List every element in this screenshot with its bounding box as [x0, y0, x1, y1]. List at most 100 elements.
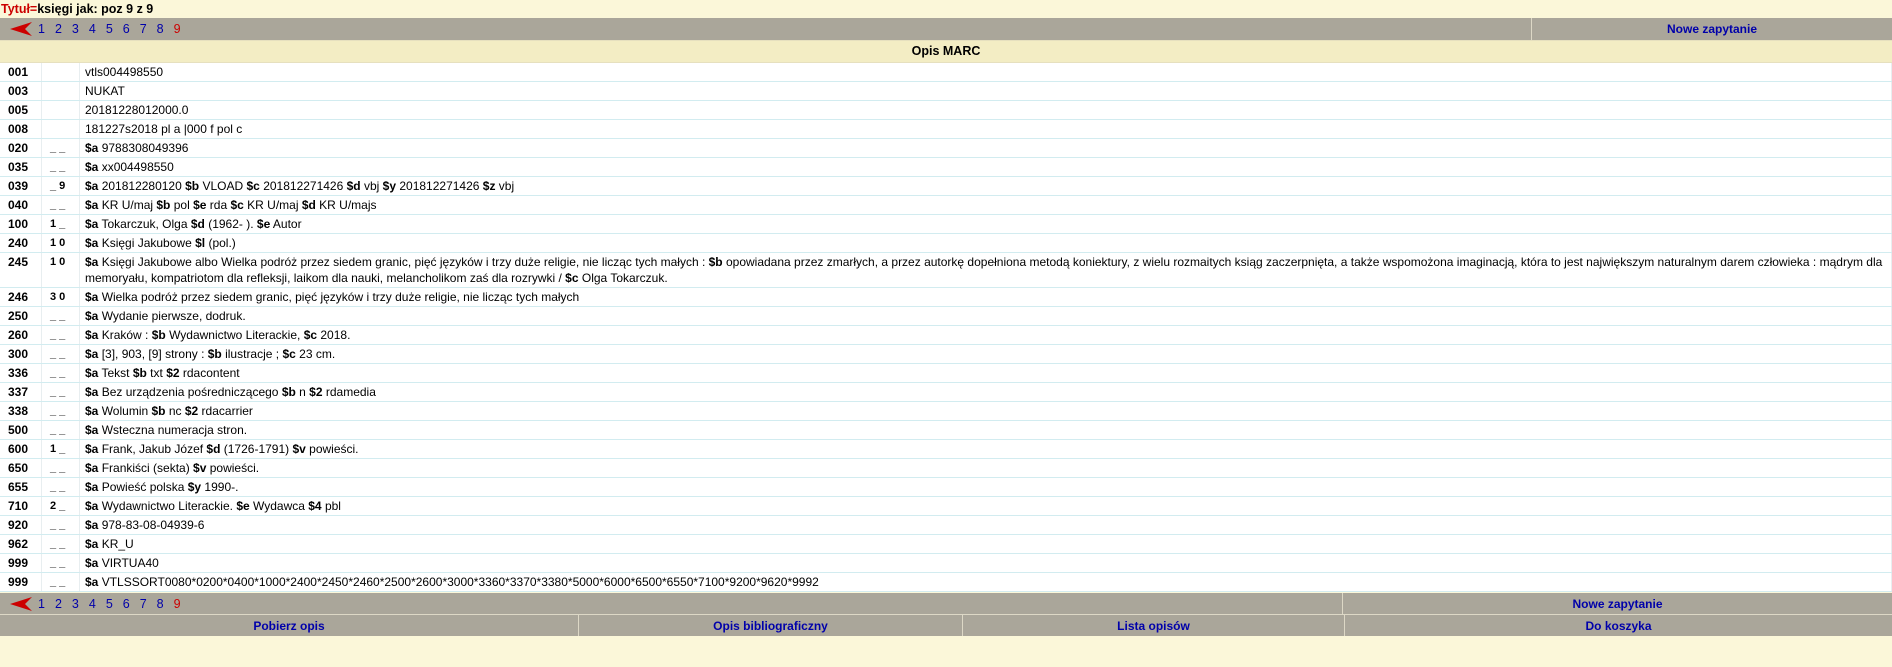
marc-indicators [41, 119, 80, 139]
get-record-button[interactable]: Pobierz opis [0, 615, 578, 636]
page-link-5[interactable]: 5 [106, 22, 113, 36]
marc-row: 240 1 0 $a Księgi Jakubowe $l (pol.) [0, 233, 1892, 253]
page-link-7[interactable]: 7 [140, 22, 147, 36]
marc-value: $a Tekst $b txt $2 rdacontent [79, 363, 1892, 383]
marc-value-text: $a VTLSSORT0080*0200*0400*1000*2400*2450… [85, 575, 819, 589]
marc-indicators: _ _ [41, 363, 80, 383]
marc-row: 040 _ _ $a KR U/maj $b pol $e rda $c KR U/… [0, 195, 1892, 215]
page-link-3[interactable]: 3 [72, 597, 79, 611]
marc-value-text: $a Wydanie pierwsze, dodruk. [85, 309, 246, 323]
search-header: Tytuł=księgi jak: poz 9 z 9 [0, 0, 1892, 18]
page-link-2[interactable]: 2 [55, 22, 62, 36]
marc-value-text: $a Wydawnictwo Literackie. $e Wydawca $4… [85, 499, 341, 513]
marc-value: $a KR U/maj $b pol $e rda $c KR U/maj $d… [79, 195, 1892, 215]
marc-value-text: $a Wolumin $b nc $2 rdacarrier [85, 404, 253, 418]
marc-row: 005 20181228012000.0 [0, 100, 1892, 120]
page-link-9: 9 [173, 596, 181, 611]
marc-value: $a Księgi Jakubowe $l (pol.) [79, 233, 1892, 253]
marc-tag: 710 [0, 496, 42, 516]
marc-tag: 655 [0, 477, 42, 497]
marc-indicators [41, 63, 80, 82]
page-link-4[interactable]: 4 [89, 22, 96, 36]
page-link-5[interactable]: 5 [106, 597, 113, 611]
marc-row: 008 181227s2018 pl a |000 f pol c [0, 119, 1892, 139]
marc-tag: 337 [0, 382, 42, 402]
marc-value-text: 181227s2018 pl a |000 f pol c [85, 122, 243, 136]
marc-tag: 500 [0, 420, 42, 440]
marc-indicators: _ _ [41, 534, 80, 554]
marc-value-text: $a 201812280120 $b VLOAD $c 201812271426… [85, 179, 515, 193]
marc-tag: 008 [0, 119, 42, 139]
marc-row: 710 2 _ $a Wydawnictwo Literackie. $e Wyda… [0, 496, 1892, 516]
marc-indicators [41, 81, 80, 101]
page-link-8[interactable]: 8 [157, 22, 164, 36]
marc-indicators: _ 9 [41, 176, 80, 196]
record-list-button[interactable]: Lista opisów [962, 615, 1344, 636]
marc-indicators [41, 100, 80, 120]
marc-indicators: _ _ [41, 344, 80, 364]
bottom-pager: 123456789 [0, 593, 1342, 614]
marc-value: $a Wielka podróż przez siedem granic, pi… [79, 287, 1892, 307]
marc-tag: 035 [0, 157, 42, 177]
marc-row: 962 _ _ $a KR_U [0, 534, 1892, 554]
marc-value-text: $a KR_U [85, 537, 134, 551]
back-arrow-icon[interactable] [10, 596, 32, 611]
marc-row: 337 _ _ $a Bez urządzenia pośredniczącego … [0, 382, 1892, 402]
marc-value-text: $a Wsteczna numeracja stron. [85, 423, 248, 437]
action-bar: Pobierz opis Opis bibliograficzny Lista … [0, 614, 1892, 636]
page-link-4[interactable]: 4 [89, 597, 96, 611]
marc-tag: 962 [0, 534, 42, 554]
marc-tag: 240 [0, 233, 42, 253]
marc-row: 999 _ _ $a VTLSSORT0080*0200*0400*1000*240… [0, 572, 1892, 592]
marc-row: 600 1 _ $a Frank, Jakub Józef $d (1726-179… [0, 439, 1892, 459]
marc-value: $a 978-83-08-04939-6 [79, 515, 1892, 535]
marc-indicators: _ _ [41, 382, 80, 402]
marc-row: 655 _ _ $a Powieść polska $y 1990-. [0, 477, 1892, 497]
marc-indicators: _ _ [41, 420, 80, 440]
marc-row: 020 _ _ $a 9788308049396 [0, 138, 1892, 158]
marc-row: 250 _ _ $a Wydanie pierwsze, dodruk. [0, 306, 1892, 326]
marc-value-text: vtls004498550 [85, 65, 164, 79]
page-link-6[interactable]: 6 [123, 597, 130, 611]
new-query-button[interactable]: Nowe zapytanie [1531, 18, 1892, 40]
marc-value: $a Księgi Jakubowe albo Wielka podróż pr… [79, 252, 1892, 288]
marc-tag: 260 [0, 325, 42, 345]
marc-row: 039 _ 9 $a 201812280120 $b VLOAD $c 201812… [0, 176, 1892, 196]
back-arrow-icon[interactable] [10, 22, 32, 36]
marc-indicators: _ _ [41, 157, 80, 177]
add-to-cart-button[interactable]: Do koszyka [1344, 615, 1892, 636]
marc-value: $a Wolumin $b nc $2 rdacarrier [79, 401, 1892, 421]
marc-row: 338 _ _ $a Wolumin $b nc $2 rdacarrier [0, 401, 1892, 421]
page-link-2[interactable]: 2 [55, 597, 62, 611]
marc-tag: 300 [0, 344, 42, 364]
marc-indicators: 1 0 [41, 233, 80, 253]
marc-indicators: _ _ [41, 477, 80, 497]
marc-tag: 999 [0, 572, 42, 592]
page-link-6[interactable]: 6 [123, 22, 130, 36]
page-link-1[interactable]: 1 [38, 22, 45, 36]
page-link-1[interactable]: 1 [38, 597, 45, 611]
marc-value-text: $a Tekst $b txt $2 rdacontent [85, 366, 240, 380]
bibliographic-record-button[interactable]: Opis bibliograficzny [578, 615, 962, 636]
marc-value-text: $a Kraków : $b Wydawnictwo Literackie, $… [85, 328, 351, 342]
marc-value: $a [3], 903, [9] strony : $b ilustracje … [79, 344, 1892, 364]
page-link-3[interactable]: 3 [72, 22, 79, 36]
top-pager: 123456789 [0, 18, 1531, 40]
marc-tag: 003 [0, 81, 42, 101]
marc-indicators: _ _ [41, 515, 80, 535]
marc-value-text: $a Księgi Jakubowe albo Wielka podróż pr… [85, 255, 1883, 285]
marc-value: $a VTLSSORT0080*0200*0400*1000*2400*2450… [79, 572, 1892, 592]
new-query-button-bottom[interactable]: Nowe zapytanie [1342, 593, 1892, 614]
marc-tag: 336 [0, 363, 42, 383]
marc-value: $a 9788308049396 [79, 138, 1892, 158]
marc-indicators: 1 _ [41, 214, 80, 234]
page-link-7[interactable]: 7 [140, 597, 147, 611]
marc-value: $a Frank, Jakub Józef $d (1726-1791) $v … [79, 439, 1892, 459]
marc-row: 300 _ _ $a [3], 903, [9] strony : $b ilust… [0, 344, 1892, 364]
marc-value-text: $a Bez urządzenia pośredniczącego $b n $… [85, 385, 376, 399]
page-link-8[interactable]: 8 [157, 597, 164, 611]
marc-value: $a Wsteczna numeracja stron. [79, 420, 1892, 440]
marc-value: $a Wydanie pierwsze, dodruk. [79, 306, 1892, 326]
marc-row: 246 3 0 $a Wielka podróż przez siedem gran… [0, 287, 1892, 307]
marc-value-text: $a [3], 903, [9] strony : $b ilustracje … [85, 347, 336, 361]
